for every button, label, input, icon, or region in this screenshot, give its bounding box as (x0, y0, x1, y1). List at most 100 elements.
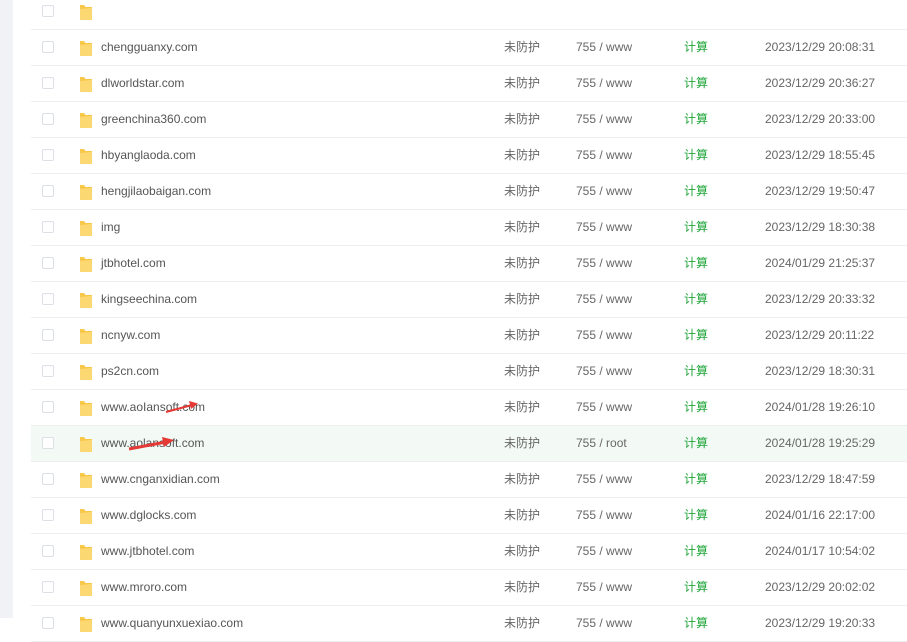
row-checkbox[interactable] (42, 581, 54, 593)
row-checkbox[interactable] (42, 365, 54, 377)
permission-owner[interactable]: 755 / www (576, 534, 632, 569)
row-checkbox[interactable] (42, 113, 54, 125)
file-name[interactable]: kingseechina.com (101, 282, 197, 317)
table-row[interactable]: dlworldstar.com 未防护 755 / www 计算 2023/12… (31, 66, 907, 102)
row-checkbox[interactable] (42, 617, 54, 629)
table-row[interactable]: www.dglocks.com 未防护 755 / www 计算 2024/01… (31, 498, 907, 534)
permission-owner[interactable]: 755 / www (576, 246, 632, 281)
row-checkbox[interactable] (42, 509, 54, 521)
row-checkbox[interactable] (42, 545, 54, 557)
permission-owner[interactable]: 755 / www (576, 318, 632, 353)
protection-status[interactable]: 未防护 (504, 534, 540, 569)
row-checkbox[interactable] (42, 329, 54, 341)
protection-status[interactable]: 未防护 (504, 426, 540, 461)
calculate-size-link[interactable]: 计算 (684, 246, 708, 281)
calculate-size-link[interactable]: 计算 (684, 174, 708, 209)
file-name[interactable]: www.dglocks.com (101, 498, 196, 533)
permission-owner[interactable]: 755 / www (576, 282, 632, 317)
file-name[interactable]: ncnyw.com (101, 318, 160, 353)
row-checkbox[interactable] (42, 401, 54, 413)
row-checkbox[interactable] (42, 257, 54, 269)
table-row[interactable]: ncnyw.com 未防护 755 / www 计算 2023/12/29 20… (31, 318, 907, 354)
protection-status[interactable]: 未防护 (504, 174, 540, 209)
table-row[interactable] (31, 0, 907, 30)
permission-owner[interactable]: 755 / www (576, 210, 632, 245)
protection-status[interactable]: 未防护 (504, 498, 540, 533)
protection-status[interactable]: 未防护 (504, 30, 540, 65)
protection-status[interactable]: 未防护 (504, 282, 540, 317)
row-checkbox[interactable] (42, 473, 54, 485)
table-row[interactable]: www.mroro.com 未防护 755 / www 计算 2023/12/2… (31, 570, 907, 606)
permission-owner[interactable]: 755 / www (576, 138, 632, 173)
file-name[interactable]: hbyanglaoda.com (101, 138, 196, 173)
protection-status[interactable]: 未防护 (504, 462, 540, 497)
permission-owner[interactable]: 755 / www (576, 570, 632, 605)
protection-status[interactable]: 未防护 (504, 354, 540, 389)
row-checkbox[interactable] (42, 221, 54, 233)
calculate-size-link[interactable]: 计算 (684, 462, 708, 497)
row-checkbox[interactable] (42, 293, 54, 305)
row-checkbox[interactable] (42, 185, 54, 197)
row-checkbox[interactable] (42, 5, 54, 17)
protection-status[interactable]: 未防护 (504, 570, 540, 605)
table-row[interactable]: greenchina360.com 未防护 755 / www 计算 2023/… (31, 102, 907, 138)
file-name[interactable]: www.quanyunxuexiao.com (101, 606, 243, 641)
calculate-size-link[interactable]: 计算 (684, 138, 708, 173)
protection-status[interactable]: 未防护 (504, 390, 540, 425)
protection-status[interactable]: 未防护 (504, 606, 540, 641)
calculate-size-link[interactable]: 计算 (684, 390, 708, 425)
calculate-size-link[interactable]: 计算 (684, 66, 708, 101)
row-checkbox[interactable] (42, 149, 54, 161)
permission-owner[interactable]: 755 / www (576, 354, 632, 389)
file-name[interactable]: chengguanxy.com (101, 30, 198, 65)
permission-owner[interactable]: 755 / www (576, 462, 632, 497)
protection-status[interactable]: 未防护 (504, 210, 540, 245)
permission-owner[interactable]: 755 / www (576, 102, 632, 137)
file-name[interactable]: greenchina360.com (101, 102, 206, 137)
calculate-size-link[interactable]: 计算 (684, 606, 708, 641)
file-name[interactable]: ps2cn.com (101, 354, 159, 389)
protection-status[interactable]: 未防护 (504, 138, 540, 173)
calculate-size-link[interactable]: 计算 (684, 426, 708, 461)
file-name[interactable]: www.jtbhotel.com (101, 534, 194, 569)
table-row[interactable]: www.cnganxidian.com 未防护 755 / www 计算 202… (31, 462, 907, 498)
protection-status[interactable]: 未防护 (504, 102, 540, 137)
calculate-size-link[interactable]: 计算 (684, 282, 708, 317)
file-name[interactable]: jtbhotel.com (101, 246, 166, 281)
protection-status[interactable]: 未防护 (504, 246, 540, 281)
calculate-size-link[interactable]: 计算 (684, 318, 708, 353)
calculate-size-link[interactable]: 计算 (684, 210, 708, 245)
row-checkbox[interactable] (42, 77, 54, 89)
row-checkbox[interactable] (42, 437, 54, 449)
permission-owner[interactable]: 755 / www (576, 498, 632, 533)
table-row[interactable]: www.jtbhotel.com 未防护 755 / www 计算 2024/0… (31, 534, 907, 570)
table-row[interactable]: hengjilaobaigan.com 未防护 755 / www 计算 202… (31, 174, 907, 210)
calculate-size-link[interactable]: 计算 (684, 354, 708, 389)
calculate-size-link[interactable]: 计算 (684, 498, 708, 533)
table-row[interactable]: jtbhotel.com 未防护 755 / www 计算 2024/01/29… (31, 246, 907, 282)
file-name[interactable]: dlworldstar.com (101, 66, 184, 101)
file-name[interactable]: img (101, 210, 120, 245)
permission-owner[interactable]: 755 / www (576, 390, 632, 425)
row-checkbox[interactable] (42, 41, 54, 53)
permission-owner[interactable]: 755 / root (576, 426, 627, 461)
file-name[interactable]: www.cnganxidian.com (101, 462, 220, 497)
calculate-size-link[interactable]: 计算 (684, 570, 708, 605)
table-row[interactable]: chengguanxy.com 未防护 755 / www 计算 2023/12… (31, 30, 907, 66)
table-row[interactable]: kingseechina.com 未防护 755 / www 计算 2023/1… (31, 282, 907, 318)
calculate-size-link[interactable]: 计算 (684, 30, 708, 65)
permission-owner[interactable]: 755 / www (576, 66, 632, 101)
file-name[interactable]: www.mroro.com (101, 570, 187, 605)
file-name[interactable]: hengjilaobaigan.com (101, 174, 211, 209)
table-row[interactable]: img 未防护 755 / www 计算 2023/12/29 18:30:38 (31, 210, 907, 246)
table-row[interactable]: ps2cn.com 未防护 755 / www 计算 2023/12/29 18… (31, 354, 907, 390)
permission-owner[interactable]: 755 / www (576, 174, 632, 209)
permission-owner[interactable]: 755 / www (576, 30, 632, 65)
table-row[interactable]: hbyanglaoda.com 未防护 755 / www 计算 2023/12… (31, 138, 907, 174)
table-row[interactable]: www.quanyunxuexiao.com 未防护 755 / www 计算 … (31, 606, 907, 642)
protection-status[interactable]: 未防护 (504, 66, 540, 101)
calculate-size-link[interactable]: 计算 (684, 534, 708, 569)
calculate-size-link[interactable]: 计算 (684, 102, 708, 137)
permission-owner[interactable]: 755 / www (576, 606, 632, 641)
protection-status[interactable]: 未防护 (504, 318, 540, 353)
